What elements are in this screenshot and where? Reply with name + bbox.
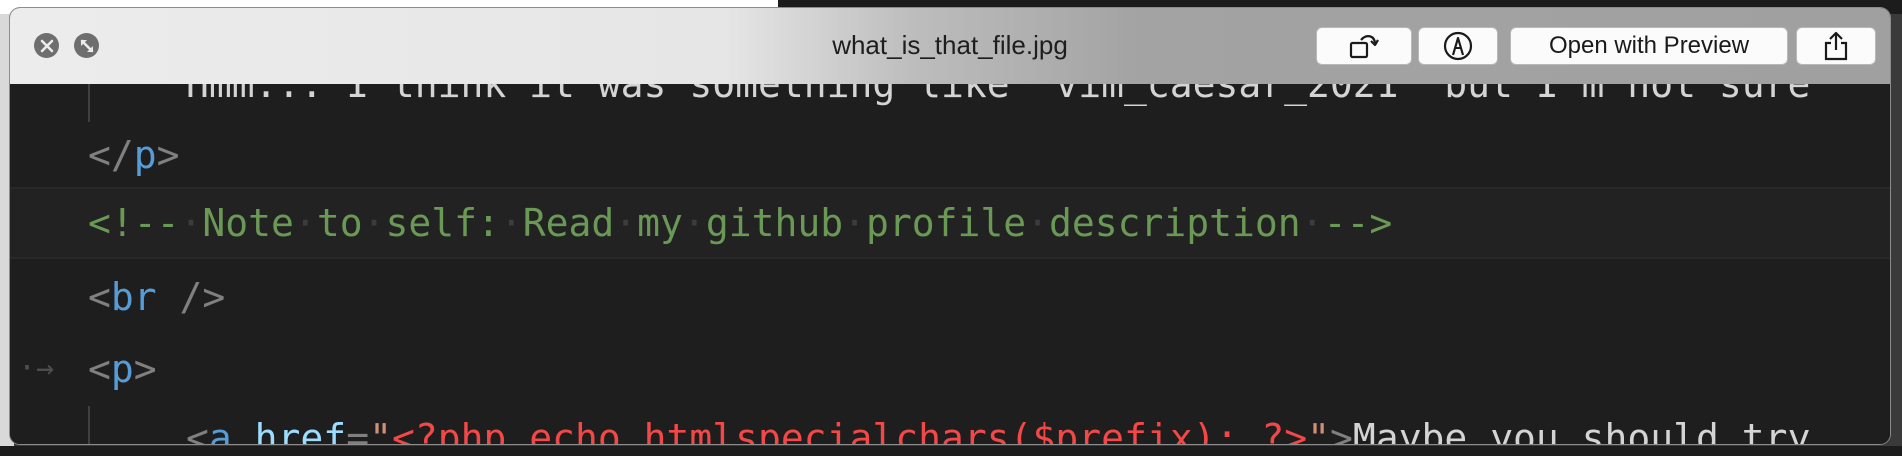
background-window-bottom (0, 446, 1902, 456)
whitespace-dot: · (614, 201, 638, 245)
code-line: <br /> (10, 261, 1890, 333)
close-button[interactable] (34, 33, 59, 58)
share-icon (1824, 31, 1848, 61)
tab-arrow-icon: ·→ (18, 351, 55, 386)
share-button[interactable] (1796, 27, 1876, 65)
markup-icon (1443, 31, 1473, 61)
whitespace-dot: · (293, 201, 317, 245)
whitespace-dot: · (1026, 201, 1050, 245)
whitespace-dot: · (682, 201, 706, 245)
code-tag: <p> (88, 347, 157, 391)
whitespace-dot: · (362, 201, 386, 245)
whitespace-dot: · (499, 201, 523, 245)
whitespace-dot: · (843, 201, 866, 245)
code-text: Hmm... I think it was something like "vi… (186, 84, 1811, 106)
code-tag: <br /> (88, 275, 226, 319)
whitespace-dot: · (179, 201, 203, 245)
code-anchor: <a href="<?php echo htmlspecialchars($pr… (186, 416, 1811, 444)
open-with-preview-button[interactable]: Open with Preview (1510, 27, 1788, 65)
fullscreen-button[interactable] (74, 33, 99, 58)
rotate-button[interactable] (1316, 27, 1412, 65)
code-line: </p> (10, 119, 1890, 191)
code-line: <a href="<?php echo htmlspecialchars($pr… (10, 402, 1890, 444)
open-with-preview-label: Open with Preview (1548, 32, 1750, 59)
code-tag: </p> (88, 133, 180, 177)
quick-look-window: what_is_that_file.jpg Open with Preview (10, 8, 1890, 444)
markup-button[interactable] (1418, 27, 1498, 65)
whitespace-dot: · (1300, 201, 1324, 245)
code-line-current: <!--·Note·to·self:·Read·my·github·profil… (10, 187, 1890, 259)
title-bar[interactable]: what_is_that_file.jpg Open with Preview (10, 8, 1890, 84)
code-comment: <!--·Note·to·self:·Read·my·github·profil… (88, 201, 1393, 245)
fullscreen-icon (80, 39, 93, 52)
code-line: Hmm... I think it was something like "vi… (10, 84, 1890, 120)
code-editor-preview[interactable]: Hmm... I think it was something like "vi… (10, 84, 1890, 444)
code-line: ·→ <p> (10, 333, 1890, 405)
rotate-icon (1349, 35, 1379, 59)
close-icon (40, 39, 53, 52)
